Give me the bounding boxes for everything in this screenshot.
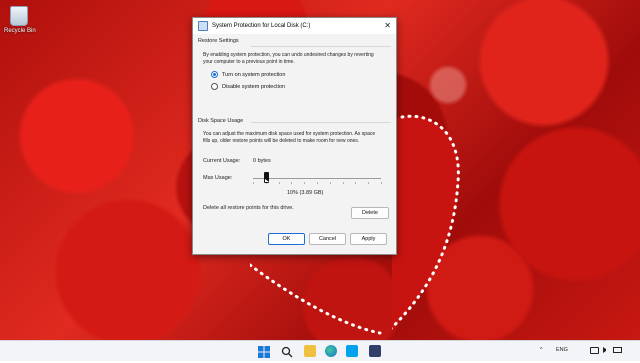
radio-turn-on-protection[interactable]: Turn on system protection (211, 71, 285, 78)
language-indicator[interactable]: ENG (556, 347, 568, 353)
slider-tick (381, 182, 382, 184)
current-usage-label: Current Usage: (203, 158, 241, 164)
restore-settings-heading: Restore Settings (198, 38, 239, 44)
ok-button[interactable]: OK (268, 233, 305, 245)
system-protection-icon (198, 21, 208, 31)
recycle-bin-label: Recycle Bin (4, 28, 36, 34)
disk-space-heading: Disk Space Usage (198, 118, 244, 124)
search-icon[interactable] (281, 345, 293, 358)
tray-chevron-icon[interactable]: ^ (540, 347, 543, 353)
dialog-title: System Protection for Local Disk (C:) (212, 23, 311, 29)
slider-tick (317, 182, 318, 184)
radio-label: Disable system protection (222, 83, 285, 90)
mouse-cursor-icon (265, 179, 269, 182)
delete-button[interactable]: Delete (351, 207, 389, 219)
slider-tick (291, 182, 293, 184)
divider (251, 46, 391, 47)
close-icon[interactable]: ✕ (384, 21, 391, 30)
divider (251, 122, 391, 123)
slider-tick (304, 182, 306, 184)
app-icon[interactable] (369, 345, 381, 357)
max-usage-label: Max Usage: (203, 175, 233, 181)
heart-border-decoration (250, 263, 382, 335)
radio-unselected-icon[interactable] (211, 83, 218, 90)
edge-icon[interactable] (325, 345, 337, 357)
file-explorer-icon[interactable] (304, 345, 316, 357)
radio-selected-icon[interactable] (211, 71, 218, 78)
slider-tick (278, 182, 280, 184)
restore-settings-description: By enabling system protection, you can u… (203, 52, 374, 65)
slider-tick (355, 182, 357, 184)
slider-tick (342, 182, 344, 184)
slider-tick (368, 182, 370, 184)
radio-disable-protection[interactable]: Disable system protection (211, 83, 285, 90)
network-icon (590, 347, 599, 354)
battery-icon (613, 347, 622, 353)
windows-start-icon[interactable] (258, 345, 270, 358)
max-usage-readout: 10% (3.89 GB) (287, 190, 324, 196)
delete-restore-points-text: Delete all restore points for this drive… (203, 205, 294, 211)
volume-icon (603, 347, 609, 353)
radio-label: Turn on system protection (222, 71, 286, 78)
max-usage-slider-track[interactable] (253, 178, 381, 179)
taskbar: ^ ENG (0, 340, 640, 361)
dialog-titlebar[interactable]: System Protection for Local Disk (C:) ✕ (193, 18, 396, 34)
cancel-button[interactable]: Cancel (309, 233, 346, 245)
system-protection-dialog: System Protection for Local Disk (C:) ✕ … (192, 17, 397, 255)
system-tray-icons[interactable] (590, 347, 622, 354)
disk-space-description: You can adjust the maximum disk space us… (203, 131, 376, 144)
recycle-bin-shortcut[interactable]: Recycle Bin (4, 6, 36, 34)
recycle-bin-icon (10, 6, 28, 26)
current-usage-value: 0 bytes (253, 158, 271, 164)
apply-button[interactable]: Apply (350, 233, 387, 245)
skype-icon[interactable] (346, 345, 358, 357)
slider-tick (329, 182, 331, 184)
slider-tick (253, 182, 254, 184)
